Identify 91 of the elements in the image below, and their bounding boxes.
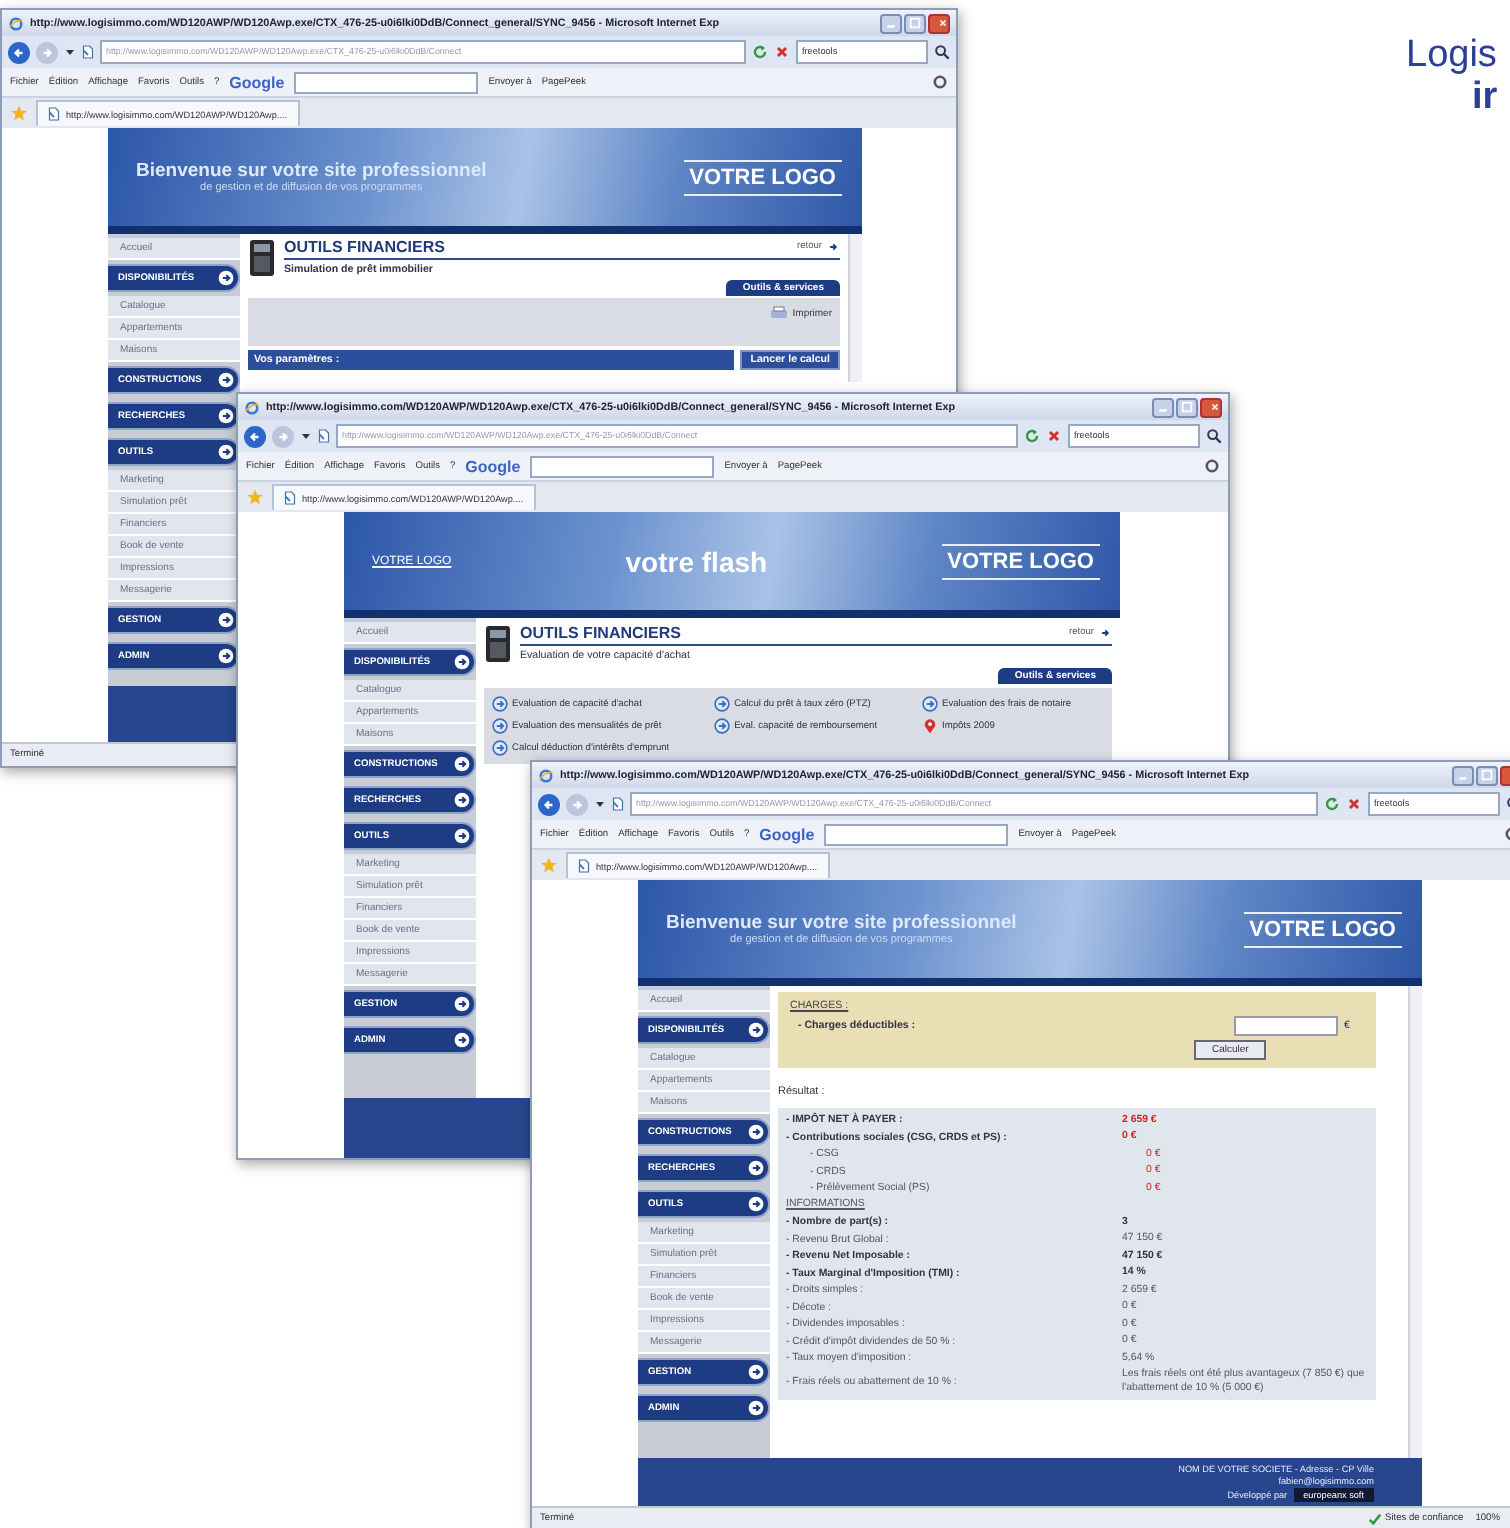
calculator-icon	[484, 624, 512, 664]
logo-text: VOTRE LOGO	[683, 159, 842, 195]
arrow-circle-icon	[748, 1022, 764, 1038]
back-button[interactable]	[538, 793, 560, 815]
page-icon	[48, 106, 60, 122]
headline-text: Logis	[1406, 34, 1498, 76]
arrow-circle-icon	[748, 1400, 764, 1416]
close-icon	[938, 16, 948, 30]
arrow-icon	[12, 45, 26, 59]
arrow-circle-icon	[922, 696, 939, 712]
logo-text: VOTRE LOGO	[941, 543, 1100, 579]
headline-text: ir	[1472, 76, 1498, 118]
caret-icon[interactable]	[594, 798, 606, 810]
page-icon	[284, 490, 296, 506]
arrow-circle-icon	[454, 828, 470, 844]
page-icon	[578, 858, 590, 874]
maximize-icon	[908, 16, 922, 30]
maximize-button[interactable]	[1476, 765, 1498, 785]
toolbar-logo: Google	[229, 73, 285, 91]
arrow-circle-icon	[218, 270, 234, 286]
refresh-icon[interactable]	[1324, 796, 1340, 812]
toolbar-search-field[interactable]	[294, 71, 479, 93]
minimize-button[interactable]	[1452, 765, 1474, 785]
arrow-circle-icon	[492, 740, 508, 756]
toolbar-logo: Google	[759, 825, 815, 843]
close-icon	[1210, 400, 1220, 414]
arrow-icon	[40, 45, 54, 59]
arrow-circle-icon	[218, 372, 234, 388]
arrow-icon	[570, 797, 584, 811]
flash-text: votre flash	[625, 545, 768, 577]
check-icon	[1367, 1512, 1382, 1526]
arrow-circle-icon	[454, 996, 470, 1012]
arrow-circle-icon	[454, 756, 470, 772]
input-field[interactable]	[1234, 1016, 1338, 1036]
star-icon[interactable]	[246, 488, 264, 506]
arrow-circle-icon	[748, 1364, 764, 1380]
arrow-icon	[276, 429, 290, 443]
caret-icon[interactable]	[300, 430, 312, 442]
minimize-button[interactable]	[1152, 397, 1174, 417]
arrow-icon	[248, 429, 262, 443]
browser-icon	[538, 767, 554, 783]
scrollbar[interactable]	[848, 234, 862, 382]
close-button[interactable]	[1200, 397, 1222, 417]
maximize-icon	[1480, 768, 1494, 782]
banner-title: Bienvenue sur votre site professionnel	[136, 160, 487, 182]
arrow-circle-icon	[748, 1196, 764, 1212]
caret-icon[interactable]	[64, 46, 76, 58]
section-title: OUTILS FINANCIERS	[284, 238, 445, 256]
search-icon[interactable]	[934, 44, 950, 60]
scrollbar[interactable]	[1408, 986, 1422, 1458]
browser-icon	[244, 399, 260, 415]
arrow-circle-icon	[454, 1032, 470, 1048]
close-button[interactable]	[928, 13, 950, 33]
stop-icon[interactable]	[1046, 428, 1062, 444]
arrow-circle-icon	[492, 718, 508, 734]
page-icon	[318, 428, 330, 444]
arrow-circle-icon	[714, 696, 731, 712]
arrow-circle-icon	[454, 654, 470, 670]
browser-icon	[8, 15, 24, 31]
banner-title: Bienvenue sur votre site professionnel	[666, 912, 1017, 934]
maximize-button[interactable]	[1176, 397, 1198, 417]
arrow-icon	[542, 797, 556, 811]
arrow-circle-icon	[454, 792, 470, 808]
refresh-icon[interactable]	[752, 44, 768, 60]
maximize-icon	[1180, 400, 1194, 414]
star-icon[interactable]	[540, 856, 558, 874]
calculator-icon	[248, 238, 276, 278]
pin-icon	[922, 718, 939, 734]
gear-icon[interactable]	[1204, 458, 1220, 474]
gear-icon[interactable]	[932, 74, 948, 90]
toolbar-search-field[interactable]	[530, 455, 715, 477]
maximize-button[interactable]	[904, 13, 926, 33]
star-icon[interactable]	[10, 104, 28, 122]
arrow-circle-icon	[748, 1124, 764, 1140]
arrow-circle-icon	[492, 696, 508, 712]
back-button[interactable]	[8, 41, 30, 63]
section-title: OUTILS FINANCIERS	[520, 624, 681, 642]
toolbar-search-field[interactable]	[824, 823, 1009, 845]
minimize-button[interactable]	[880, 13, 902, 33]
back-button[interactable]	[244, 425, 266, 447]
stop-icon[interactable]	[1346, 796, 1362, 812]
refresh-icon[interactable]	[1024, 428, 1040, 444]
page-icon	[82, 44, 94, 60]
arrow-circle-icon	[714, 718, 731, 734]
logo-text: VOTRE LOGO	[1243, 911, 1402, 947]
arrow-circle-icon	[748, 1160, 764, 1176]
stop-icon[interactable]	[774, 44, 790, 60]
page-icon	[612, 796, 624, 812]
toolbar-logo: Google	[465, 457, 521, 475]
printer-icon	[770, 306, 789, 320]
search-icon[interactable]	[1206, 428, 1222, 444]
